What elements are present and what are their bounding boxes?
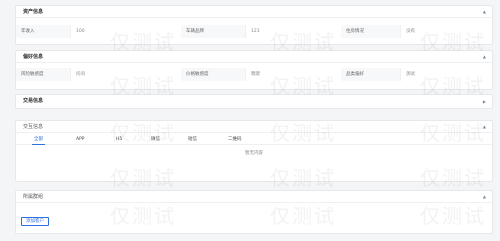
- tab-app[interactable]: APP: [76, 134, 85, 145]
- empty-state-text: 暂无内容: [245, 151, 263, 156]
- tab-sms[interactable]: 短信: [188, 134, 197, 145]
- field-label-category: 品类偏好: [341, 68, 401, 81]
- field-value-category: 测试: [406, 72, 415, 77]
- field-value-price: 嗯嗯: [251, 72, 260, 77]
- tab-wechat[interactable]: 微信: [151, 134, 160, 145]
- field-label-risk: 风险敏感度: [16, 68, 71, 81]
- field-value-car-brand: 123: [251, 29, 260, 34]
- interaction-info-panel: 交互信息 ▲ 全部 APP H5 微信 短信 二维码 暂无内容: [15, 120, 493, 182]
- interaction-tabs: 全部 APP H5 微信 短信 二维码: [16, 134, 492, 145]
- interaction-info-header[interactable]: 交互信息 ▲: [16, 121, 492, 133]
- asset-info-header[interactable]: 资产信息 ▲: [16, 6, 492, 18]
- chevron-up-icon[interactable]: ▲: [483, 6, 486, 18]
- tab-all[interactable]: 全部: [32, 134, 45, 145]
- asset-info-title: 资产信息: [23, 9, 44, 15]
- field-value-housing: 没有: [406, 29, 415, 34]
- field-label-price: 价格敏感度: [181, 68, 246, 81]
- affiliated-group-header[interactable]: 所属群组 ▲: [16, 191, 492, 203]
- field-label-annual-income: 年收入: [16, 25, 71, 38]
- chevron-up-icon[interactable]: ▲: [483, 51, 486, 63]
- trade-info-title: 交易信息: [23, 98, 44, 104]
- tab-h5[interactable]: H5: [116, 134, 122, 145]
- affiliated-group-panel: 所属群组 ▲ 添加客户: [15, 190, 493, 234]
- field-value-annual-income: 100: [76, 29, 85, 34]
- chevron-up-icon[interactable]: ▲: [483, 121, 486, 133]
- tab-qrcode[interactable]: 二维码: [228, 134, 242, 145]
- field-label-car-brand: 车辆品牌: [181, 25, 246, 38]
- affiliated-group-title: 所属群组: [23, 194, 44, 200]
- preference-info-header[interactable]: 偏好信息 ▲: [16, 51, 492, 63]
- preference-info-title: 偏好信息: [23, 54, 44, 60]
- field-label-housing: 住房情况: [341, 25, 401, 38]
- chevron-right-icon[interactable]: ▶: [483, 95, 486, 108]
- trade-info-header[interactable]: 交易信息 ▶: [16, 95, 492, 108]
- interaction-info-title: 交互信息: [23, 124, 44, 130]
- chevron-up-icon[interactable]: ▲: [483, 191, 486, 203]
- preference-info-panel: 偏好信息 ▲ 风险敏感度 问问 价格敏感度 嗯嗯 品类偏好 测试: [15, 50, 493, 90]
- asset-info-panel: 资产信息 ▲ 年收入 100 车辆品牌 123 住房情况 没有: [15, 5, 493, 45]
- trade-info-panel: 交易信息 ▶: [15, 94, 493, 109]
- field-value-risk: 问问: [76, 72, 85, 77]
- add-customer-button[interactable]: 添加客户: [21, 217, 49, 226]
